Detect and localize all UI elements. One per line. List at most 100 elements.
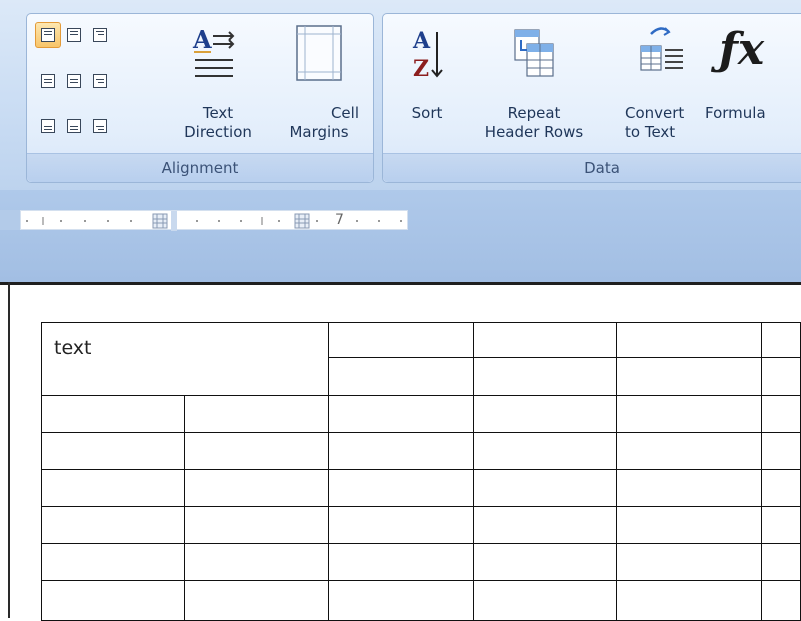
align-top-center-button[interactable] xyxy=(61,22,87,48)
convert-to-text-button[interactable]: Convert to Text xyxy=(619,20,703,146)
table-cell[interactable] xyxy=(760,357,801,396)
table-cell[interactable] xyxy=(40,432,186,470)
table-cell[interactable] xyxy=(615,506,762,544)
alignment-group-label: Alignment xyxy=(27,153,373,182)
page-top-edge xyxy=(0,282,801,285)
align-bottom-left-button[interactable] xyxy=(35,113,61,139)
table-cell[interactable] xyxy=(472,580,617,621)
ruler-band xyxy=(0,190,801,282)
convert-to-text-label-2: to Text xyxy=(625,123,676,141)
table-cell[interactable] xyxy=(472,432,617,470)
cell-margins-button[interactable]: Cell Margins xyxy=(271,20,367,146)
table-cell[interactable] xyxy=(327,506,474,544)
align-center-icon xyxy=(67,74,81,88)
sort-icon: A Z xyxy=(412,28,443,82)
svg-text:A: A xyxy=(412,28,431,54)
table-cell[interactable] xyxy=(472,506,617,544)
table-row xyxy=(40,395,801,433)
align-bottom-right-button[interactable] xyxy=(87,113,113,139)
ruler-ticks xyxy=(26,211,402,231)
text-direction-label-2: Direction xyxy=(184,123,252,141)
text-direction-label-1: Text xyxy=(202,104,234,122)
convert-to-text-label-1: Convert xyxy=(625,104,685,122)
table-row xyxy=(40,543,801,581)
table-cell[interactable] xyxy=(40,506,186,544)
table-cell[interactable] xyxy=(184,432,329,470)
align-bottom-left-icon xyxy=(41,119,55,133)
align-bottom-center-button[interactable] xyxy=(61,113,87,139)
document-table: text xyxy=(40,322,801,621)
table-cell[interactable] xyxy=(615,543,762,581)
table-cell[interactable] xyxy=(327,580,474,621)
table-cell[interactable] xyxy=(615,357,762,396)
text-direction-button[interactable]: A Text Direction xyxy=(171,20,265,146)
repeat-header-rows-label-2: Header Rows xyxy=(484,123,584,141)
align-bottom-center-icon xyxy=(67,119,81,133)
sort-label: Sort xyxy=(411,104,443,122)
align-top-right-button[interactable] xyxy=(87,22,113,48)
fx-icon: ƒx xyxy=(719,24,765,75)
page-left-edge xyxy=(8,282,10,618)
table-row xyxy=(40,469,801,507)
align-center-right-button[interactable] xyxy=(87,68,113,94)
table-cell[interactable] xyxy=(327,543,474,581)
table-cell[interactable] xyxy=(615,469,762,507)
table-cell[interactable] xyxy=(327,469,474,507)
align-top-center-icon xyxy=(67,28,81,42)
table-cell[interactable] xyxy=(40,469,186,507)
table-cell[interactable] xyxy=(472,469,617,507)
align-center-left-button[interactable] xyxy=(35,68,61,94)
table-cell[interactable] xyxy=(760,506,801,544)
svg-text:A: A xyxy=(192,26,212,54)
table-cell[interactable] xyxy=(472,543,617,581)
align-bottom-right-icon xyxy=(93,119,107,133)
alignment-group: A Text Direction Cell Margins Alignment xyxy=(26,13,374,183)
table-cell[interactable] xyxy=(615,322,762,358)
table-row xyxy=(40,506,801,544)
table-cell[interactable] xyxy=(40,543,186,581)
table-cell[interactable] xyxy=(40,395,186,433)
table-cell[interactable] xyxy=(327,322,474,358)
ruler-margin xyxy=(0,210,20,230)
repeat-header-rows-icon xyxy=(514,29,554,77)
align-top-left-button[interactable] xyxy=(35,22,61,48)
formula-button[interactable]: ƒx Formula xyxy=(705,20,789,146)
table-cell[interactable] xyxy=(472,357,617,396)
align-center-button[interactable] xyxy=(61,68,87,94)
table-cell[interactable] xyxy=(184,469,329,507)
table-cell[interactable] xyxy=(184,395,329,433)
cell-margins-icon xyxy=(296,25,342,81)
table-cell[interactable] xyxy=(472,395,617,433)
convert-to-text-icon xyxy=(640,27,683,71)
table-cell[interactable] xyxy=(760,322,801,358)
table-row xyxy=(40,432,801,470)
table-cell[interactable] xyxy=(760,543,801,581)
table-cell[interactable] xyxy=(760,432,801,470)
ruler-number-7: 7 xyxy=(335,212,344,228)
table-cell[interactable] xyxy=(615,432,762,470)
align-center-right-icon xyxy=(93,74,107,88)
horizontal-ruler[interactable]: 7 xyxy=(20,210,408,231)
table-cell[interactable] xyxy=(472,322,617,358)
cell-text: text xyxy=(54,337,92,359)
table-cell[interactable] xyxy=(184,580,329,621)
table-cell[interactable] xyxy=(184,506,329,544)
table-cell[interactable] xyxy=(760,580,801,621)
table-cell[interactable] xyxy=(327,432,474,470)
data-group-label: Data xyxy=(383,153,801,182)
table-cell[interactable] xyxy=(615,580,762,621)
repeat-header-rows-button[interactable]: Repeat Header Rows xyxy=(475,20,593,146)
table-cell[interactable] xyxy=(760,395,801,433)
table-cell[interactable] xyxy=(615,395,762,433)
text-direction-icon: A xyxy=(192,26,235,77)
table-cell[interactable] xyxy=(327,395,474,433)
table-cell[interactable] xyxy=(40,580,186,621)
sort-button[interactable]: A Z Sort xyxy=(395,20,459,146)
cell-margins-label-1: Cell xyxy=(330,104,359,122)
table-cell-merged[interactable]: text xyxy=(41,322,329,396)
table-cell[interactable] xyxy=(184,543,329,581)
table-cell[interactable] xyxy=(760,469,801,507)
align-top-left-icon xyxy=(41,28,55,42)
table-cell[interactable] xyxy=(327,357,474,396)
svg-text:Z: Z xyxy=(413,56,429,82)
